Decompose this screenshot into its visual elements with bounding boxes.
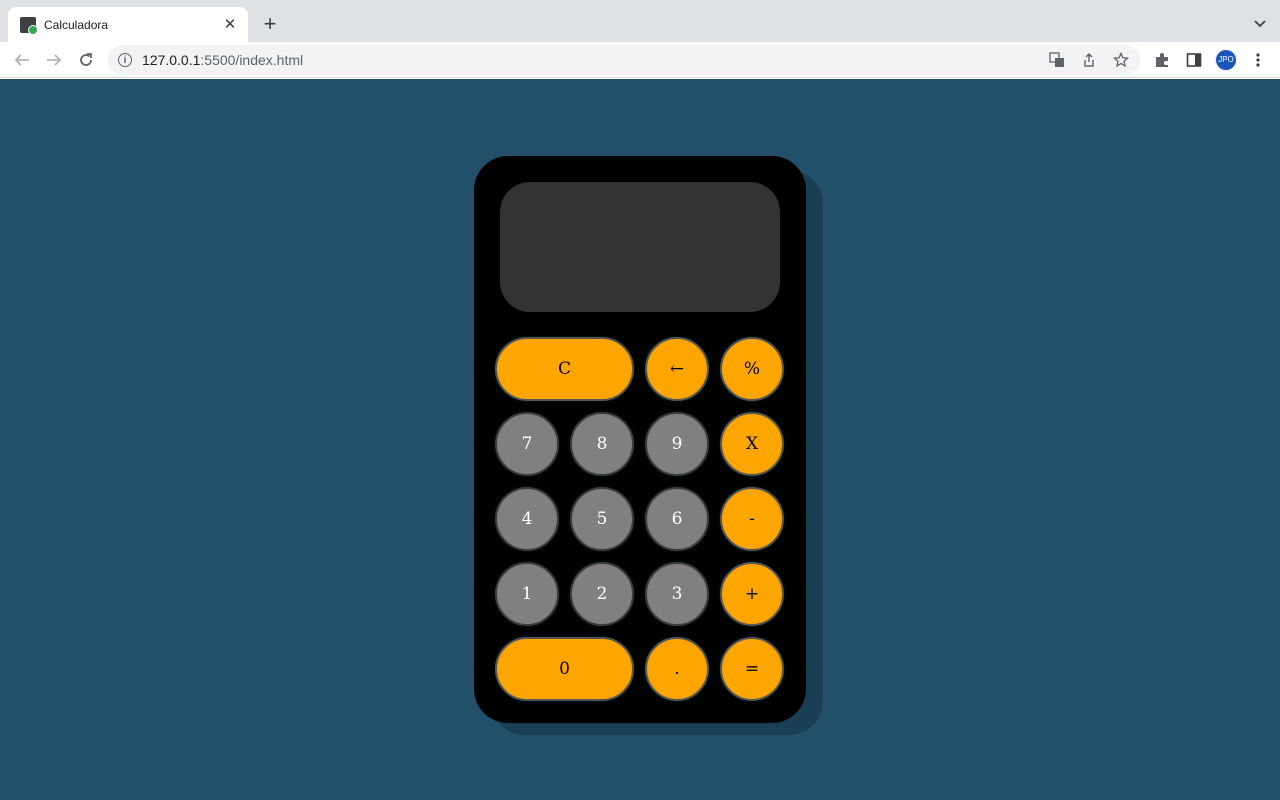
multiply-button[interactable]: X [720, 412, 784, 476]
clear-button[interactable]: C [495, 337, 634, 401]
browser-toolbar: i 127.0.0.1:5500/index.html JPO [0, 42, 1280, 78]
digit-5-button[interactable]: 5 [570, 487, 634, 551]
tab-search-chevron-icon[interactable] [1252, 15, 1268, 31]
url-host: 127.0.0.1 [142, 52, 201, 68]
digit-8-button[interactable]: 8 [570, 412, 634, 476]
profile-avatar[interactable]: JPO [1215, 49, 1237, 71]
calculator-display [500, 182, 780, 312]
bookmark-star-icon[interactable] [1113, 52, 1129, 68]
digit-3-button[interactable]: 3 [645, 562, 709, 626]
tab-title: Calculadora [44, 17, 109, 32]
url-path: :5500/index.html [200, 52, 304, 68]
new-tab-button[interactable]: + [258, 13, 282, 37]
translate-icon[interactable] [1049, 52, 1065, 68]
tab-strip: Calculadora ✕ + [0, 0, 1280, 42]
back-arrow-icon[interactable] [10, 48, 34, 72]
digit-4-button[interactable]: 4 [495, 487, 559, 551]
equals-button[interactable]: = [720, 637, 784, 701]
share-icon[interactable] [1081, 52, 1097, 68]
digit-1-button[interactable]: 1 [495, 562, 559, 626]
browser-tab[interactable]: Calculadora ✕ [8, 7, 248, 42]
address-bar[interactable]: i 127.0.0.1:5500/index.html [108, 45, 1140, 75]
digit-0-button[interactable]: 0 [495, 637, 634, 701]
forward-arrow-icon[interactable] [42, 48, 66, 72]
digit-9-button[interactable]: 9 [645, 412, 709, 476]
digit-7-button[interactable]: 7 [495, 412, 559, 476]
decimal-button[interactable]: . [645, 637, 709, 701]
page-viewport: C ← % 7 8 9 X 4 5 6 - 1 2 3 + 0 . = [0, 79, 1280, 800]
calculator: C ← % 7 8 9 X 4 5 6 - 1 2 3 + 0 . = [474, 156, 806, 723]
percent-button[interactable]: % [720, 337, 784, 401]
menu-kebab-icon[interactable] [1248, 50, 1268, 70]
reload-icon[interactable] [74, 48, 98, 72]
backspace-button[interactable]: ← [645, 337, 709, 401]
side-panel-icon[interactable] [1184, 50, 1204, 70]
url-text: 127.0.0.1:5500/index.html [142, 52, 303, 68]
site-info-icon[interactable]: i [118, 53, 132, 67]
extensions-puzzle-icon[interactable] [1152, 50, 1172, 70]
tab-close-icon[interactable]: ✕ [222, 16, 238, 33]
digit-6-button[interactable]: 6 [645, 487, 709, 551]
minus-button[interactable]: - [720, 487, 784, 551]
plus-button[interactable]: + [720, 562, 784, 626]
digit-2-button[interactable]: 2 [570, 562, 634, 626]
calculator-favicon-icon [20, 16, 38, 35]
